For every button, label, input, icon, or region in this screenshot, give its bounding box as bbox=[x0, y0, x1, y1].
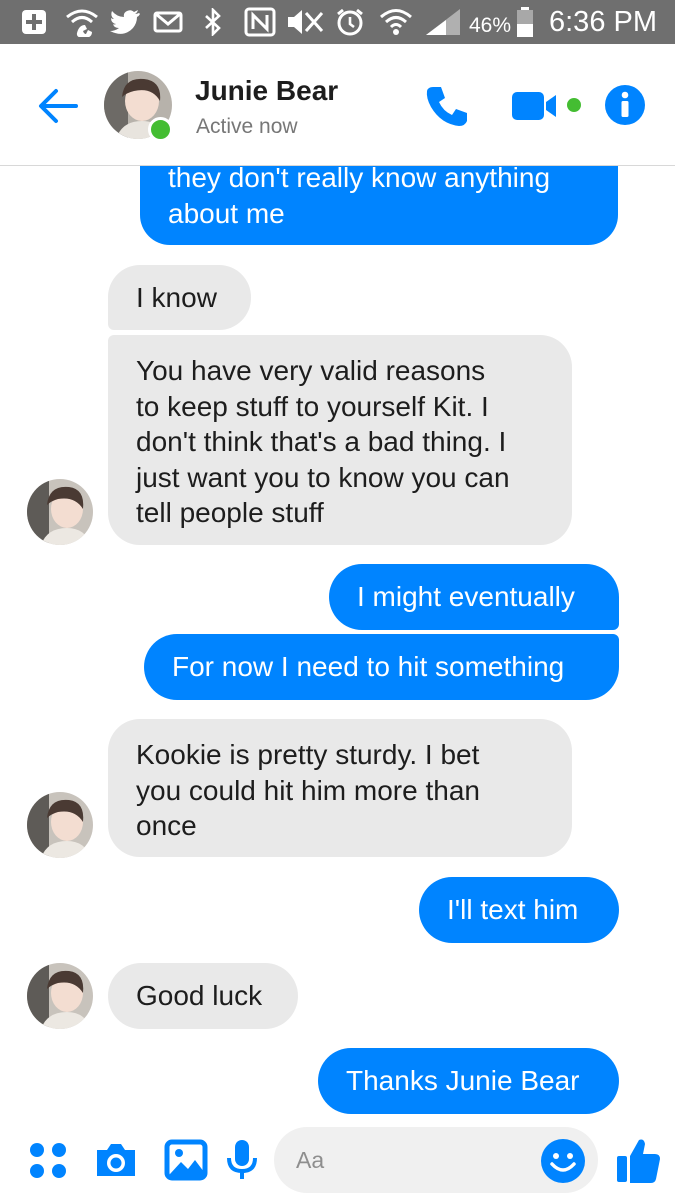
emoji-icon bbox=[541, 1139, 585, 1183]
message-bubble-incoming[interactable]: Kookie is pretty sturdy. I bet you could… bbox=[108, 719, 572, 857]
conversation-header: Junie Bear Active now bbox=[0, 44, 675, 166]
video-camera-icon bbox=[512, 92, 581, 120]
message-bubble-incoming[interactable]: I know bbox=[108, 265, 251, 330]
message-bubble-incoming[interactable]: You have very valid reasons to keep stuf… bbox=[108, 335, 572, 545]
apps-grid-icon bbox=[30, 1143, 66, 1178]
microphone-icon bbox=[227, 1140, 257, 1179]
emoji-button[interactable] bbox=[540, 1138, 586, 1184]
message-bubble-outgoing[interactable]: Thanks Junie Bear bbox=[318, 1048, 619, 1114]
back-button[interactable] bbox=[36, 86, 80, 126]
apps-grid-button[interactable] bbox=[26, 1138, 70, 1182]
message-bubble-outgoing[interactable]: For now I need to hit something bbox=[144, 634, 619, 700]
voice-call-button[interactable] bbox=[423, 83, 471, 131]
sender-avatar[interactable] bbox=[27, 479, 93, 545]
thumbs-up-icon bbox=[617, 1139, 660, 1183]
camera-button[interactable] bbox=[93, 1138, 139, 1182]
active-status-dot bbox=[148, 117, 173, 142]
sender-avatar[interactable] bbox=[27, 792, 93, 858]
back-arrow-icon bbox=[39, 89, 78, 123]
info-icon bbox=[605, 85, 645, 125]
gallery-button[interactable] bbox=[164, 1138, 208, 1182]
message-composer bbox=[0, 1118, 675, 1200]
conversation-info-button[interactable] bbox=[603, 83, 647, 127]
sender-avatar[interactable] bbox=[27, 963, 93, 1029]
voice-message-button[interactable] bbox=[225, 1138, 259, 1182]
message-thread[interactable]: they don't really know anything about me… bbox=[0, 0, 675, 1200]
video-call-button[interactable] bbox=[510, 88, 586, 124]
phone-icon bbox=[426, 87, 467, 126]
camera-icon bbox=[97, 1144, 135, 1176]
contact-name[interactable]: Junie Bear bbox=[195, 75, 338, 107]
message-bubble-outgoing[interactable]: I'll text him bbox=[419, 877, 619, 943]
message-bubble-incoming[interactable]: Good luck bbox=[108, 963, 298, 1029]
message-bubble-outgoing[interactable]: I might eventually bbox=[329, 564, 619, 630]
like-button[interactable] bbox=[615, 1136, 661, 1184]
contact-active-status: Active now bbox=[196, 115, 298, 138]
image-icon bbox=[164, 1139, 208, 1181]
